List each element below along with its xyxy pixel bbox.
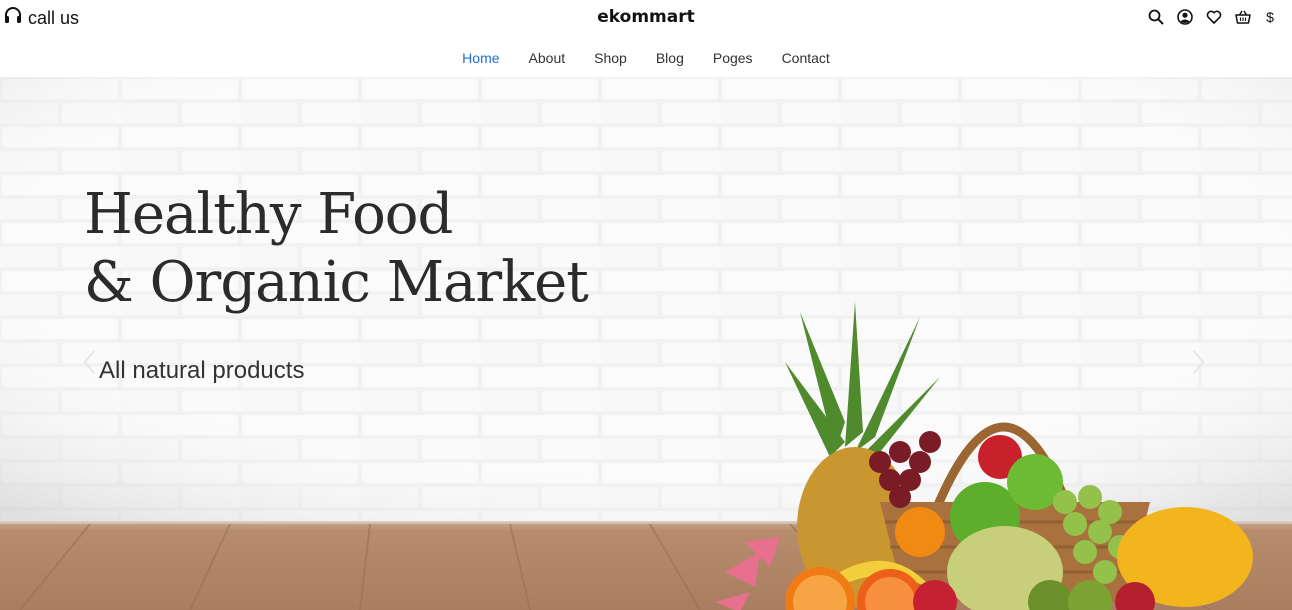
currency-selector[interactable]: $ xyxy=(1264,9,1276,25)
nav-shop[interactable]: Shop xyxy=(594,50,627,66)
hero-slider: Healthy Food & Organic Market All natura… xyxy=(0,77,1292,610)
brand-logo[interactable]: ekommart xyxy=(597,7,694,27)
main-nav: Home About Shop Blog Poges Contact xyxy=(0,50,1292,66)
fruit-basket-image xyxy=(715,302,1253,610)
search-icon[interactable] xyxy=(1148,9,1164,25)
hero-subtitle: All natural products xyxy=(99,357,305,384)
brand-container: ekommart xyxy=(0,7,1292,27)
nav-pages[interactable]: Poges xyxy=(713,50,753,66)
hero-title: Healthy Food & Organic Market xyxy=(84,181,589,317)
call-us-link[interactable]: call us xyxy=(4,6,79,31)
user-icon[interactable] xyxy=(1177,9,1193,25)
call-us-label: call us xyxy=(28,8,80,28)
nav-about[interactable]: About xyxy=(529,50,566,66)
basket-icon[interactable] xyxy=(1235,9,1251,25)
heart-icon[interactable] xyxy=(1206,9,1222,25)
nav-contact[interactable]: Contact xyxy=(782,50,830,66)
slider-prev-arrow[interactable] xyxy=(80,347,100,377)
nav-home[interactable]: Home xyxy=(462,50,499,66)
hero-title-line2: & Organic Market xyxy=(84,250,589,315)
nav-blog[interactable]: Blog xyxy=(656,50,684,66)
headset-icon xyxy=(4,6,22,31)
hero-title-line1: Healthy Food xyxy=(84,182,453,247)
top-bar: call us ekommart $ xyxy=(0,0,1292,36)
header-icons: $ xyxy=(1148,9,1276,25)
